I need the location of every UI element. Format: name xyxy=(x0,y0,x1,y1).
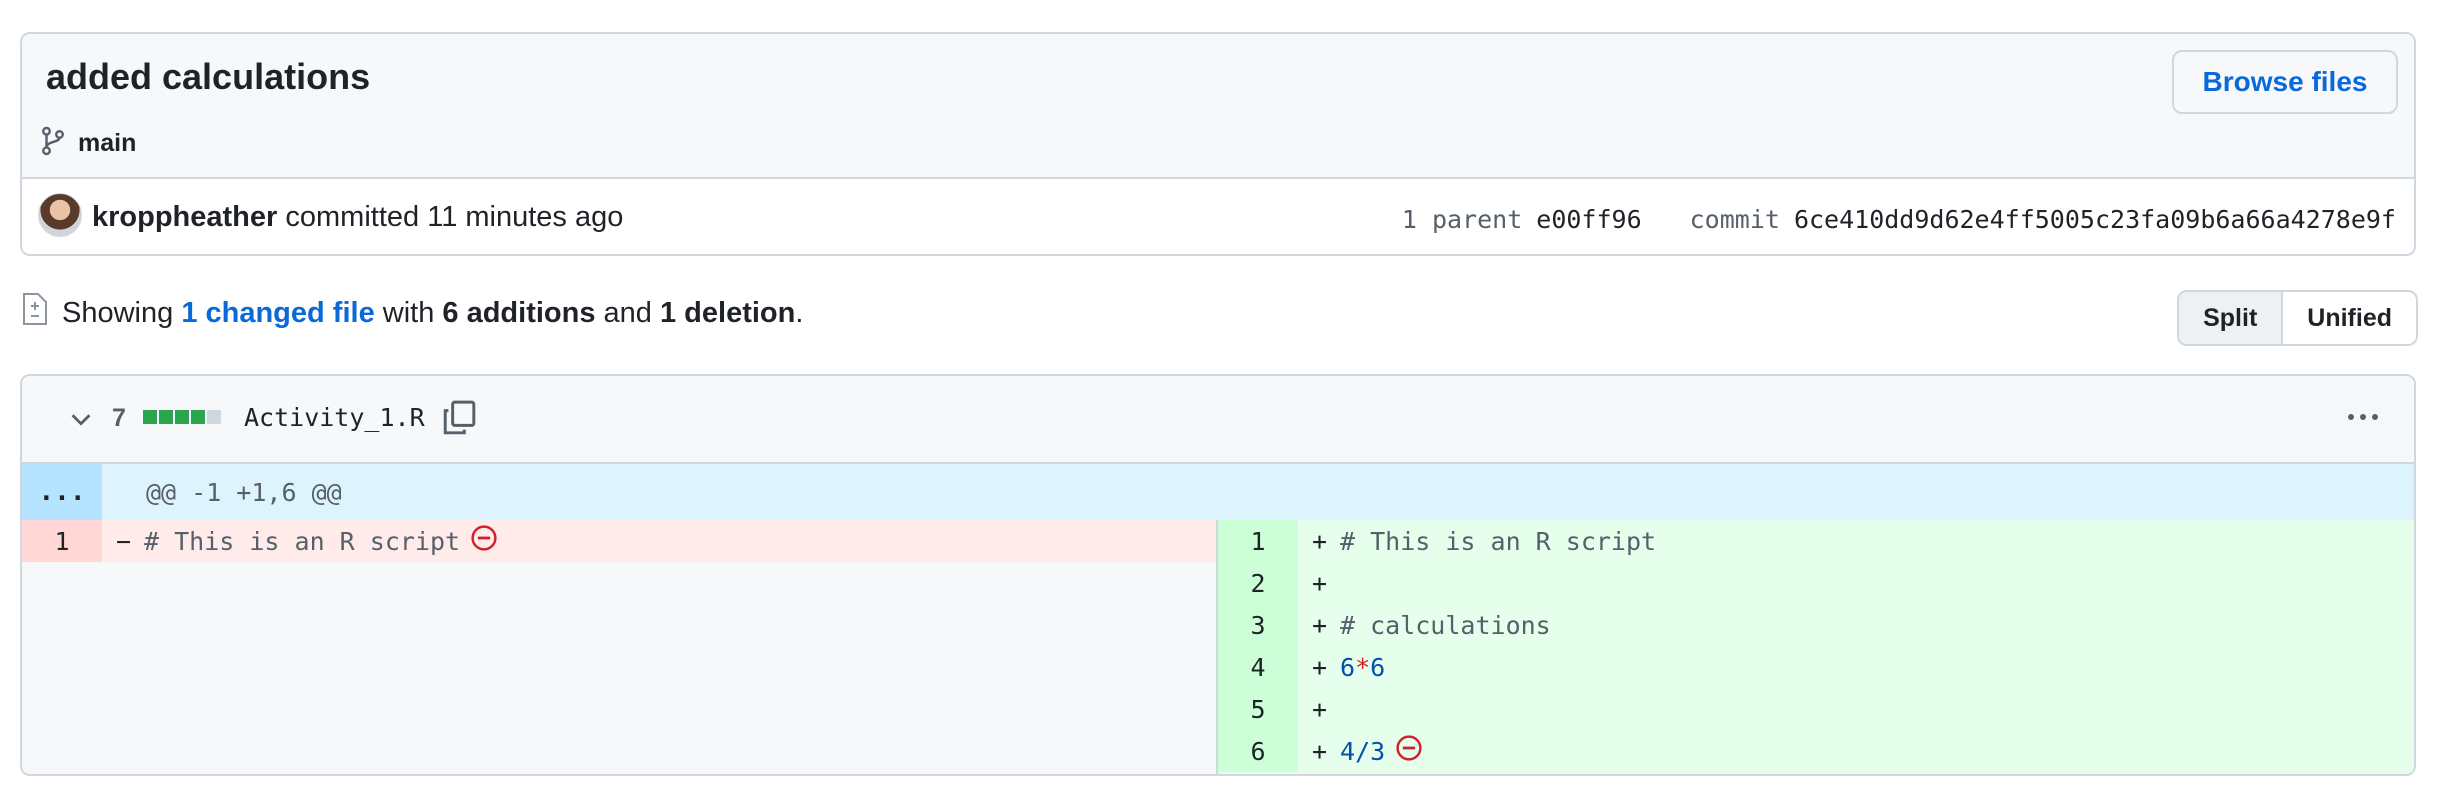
file-header: 7 Activity_1.R xyxy=(22,376,2414,464)
diff-rows: 1 − # This is an R script 1 + # This is … xyxy=(22,520,2414,774)
kebab-icon[interactable] xyxy=(2348,414,2378,420)
diff-line-added: 4 + 6*6 xyxy=(1218,646,2414,688)
diffstat-neutral-block xyxy=(207,410,221,424)
summary-and: and xyxy=(603,296,652,329)
diff-line-added: 3 + # calculations xyxy=(1218,604,2414,646)
git-branch-icon xyxy=(40,126,66,161)
commit-time[interactable]: 11 minutes ago xyxy=(427,201,623,233)
commit-box: added calculations main Browse files kro… xyxy=(20,32,2416,256)
code-text: 4/3 xyxy=(1340,737,1385,766)
code-operator: * xyxy=(1355,652,1371,682)
line-number[interactable]: 1 xyxy=(1218,520,1298,562)
right-pane: 1 + # This is an R script 2 + 3 + # calc… xyxy=(1218,520,2414,774)
expand-hunk-button[interactable]: ... xyxy=(22,464,102,520)
code-number: 6 xyxy=(1370,652,1386,682)
copy-icon[interactable] xyxy=(442,400,476,441)
hunk-text: @@ -1 +1,6 @@ xyxy=(146,478,342,507)
no-newline-icon xyxy=(1395,734,1423,768)
split-view-button[interactable]: Split xyxy=(2179,292,2284,344)
diff-line-added: 1 + # This is an R script xyxy=(1218,520,2414,562)
line-number[interactable]: 4 xyxy=(1218,646,1298,688)
avatar[interactable] xyxy=(38,193,82,237)
branch-info: main xyxy=(40,126,136,161)
diffstat xyxy=(143,410,221,424)
changed-files-link[interactable]: 1 changed file xyxy=(181,297,374,329)
commit-title: added calculations xyxy=(46,56,371,97)
code-operator: / xyxy=(1355,736,1371,766)
line-number[interactable]: 1 xyxy=(22,520,102,562)
line-marker: + xyxy=(1312,610,1328,640)
line-number[interactable]: 5 xyxy=(1218,688,1298,730)
code-text: # This is an R script xyxy=(144,526,461,556)
code-text: 6*6 xyxy=(1340,653,1385,682)
line-number[interactable]: 3 xyxy=(1218,604,1298,646)
diff-line-added: 5 + xyxy=(1218,688,2414,730)
line-marker: + xyxy=(1312,568,1328,598)
diff-summary: Showing 1 changed file with 6 additions … xyxy=(20,292,803,334)
left-pane: 1 − # This is an R script xyxy=(22,520,1218,774)
line-marker: + xyxy=(1312,736,1328,766)
diff-line-added: 2 + xyxy=(1218,562,2414,604)
chevron-down-icon[interactable] xyxy=(66,404,96,439)
parent-info: 1 parent e00ff96 commit 6ce410dd9d62e4ff… xyxy=(1402,205,2396,234)
code-text: # This is an R script xyxy=(1340,526,1657,556)
no-newline-icon xyxy=(470,524,498,558)
diffstat-added-block xyxy=(191,410,205,424)
file-diff-icon xyxy=(20,292,48,334)
deletions-count: 1 deletion xyxy=(660,296,796,329)
branch-name[interactable]: main xyxy=(78,129,136,158)
diffstat-added-block xyxy=(159,410,173,424)
commit-action: committed xyxy=(285,201,420,233)
line-number[interactable]: 2 xyxy=(1218,562,1298,604)
unified-view-button[interactable]: Unified xyxy=(2283,292,2416,344)
change-count: 7 xyxy=(112,404,126,432)
summary-end: . xyxy=(795,296,804,329)
parent-sha[interactable]: e00ff96 xyxy=(1536,205,1641,234)
line-marker: + xyxy=(1312,526,1328,556)
diffstat-added-block xyxy=(143,410,157,424)
parent-label: 1 parent xyxy=(1401,205,1523,234)
summary-prefix: Showing xyxy=(62,296,174,329)
code-text: # calculations xyxy=(1340,610,1551,640)
author-name[interactable]: kroppheather xyxy=(92,201,277,233)
file-name[interactable]: Activity_1.R xyxy=(244,403,425,432)
line-marker: − xyxy=(116,526,132,556)
additions-count: 6 additions xyxy=(442,296,596,329)
browse-files-button[interactable]: Browse files xyxy=(2172,50,2398,114)
commit-sha: 6ce410dd9d62e4ff5005c23fa09b6a66a4278e9f xyxy=(1793,205,2396,234)
file-diff: 7 Activity_1.R ... @@ -1 +1,6 @@ 1 − # T… xyxy=(20,374,2416,776)
diffstat-added-block xyxy=(175,410,189,424)
diff-line-added: 6 + 4/3 xyxy=(1218,730,2414,772)
commit-label: commit xyxy=(1689,205,1780,234)
diff-line-deleted: 1 − # This is an R script xyxy=(22,520,1218,562)
code-number: 6 xyxy=(1340,652,1356,682)
line-number[interactable]: 6 xyxy=(1218,730,1298,772)
code-number: 4 xyxy=(1340,736,1356,766)
summary-with: with xyxy=(382,296,435,329)
hunk-header: ... @@ -1 +1,6 @@ xyxy=(22,464,2414,520)
line-marker: + xyxy=(1312,652,1328,682)
author-line: kroppheather committed 11 minutes ago xyxy=(92,201,623,234)
code-number: 3 xyxy=(1370,736,1386,766)
view-toggle: Split Unified xyxy=(2177,290,2418,346)
commit-meta: kroppheather committed 11 minutes ago 1 … xyxy=(22,179,2414,254)
line-marker: + xyxy=(1312,694,1328,724)
commit-header: added calculations main Browse files xyxy=(22,34,2414,179)
